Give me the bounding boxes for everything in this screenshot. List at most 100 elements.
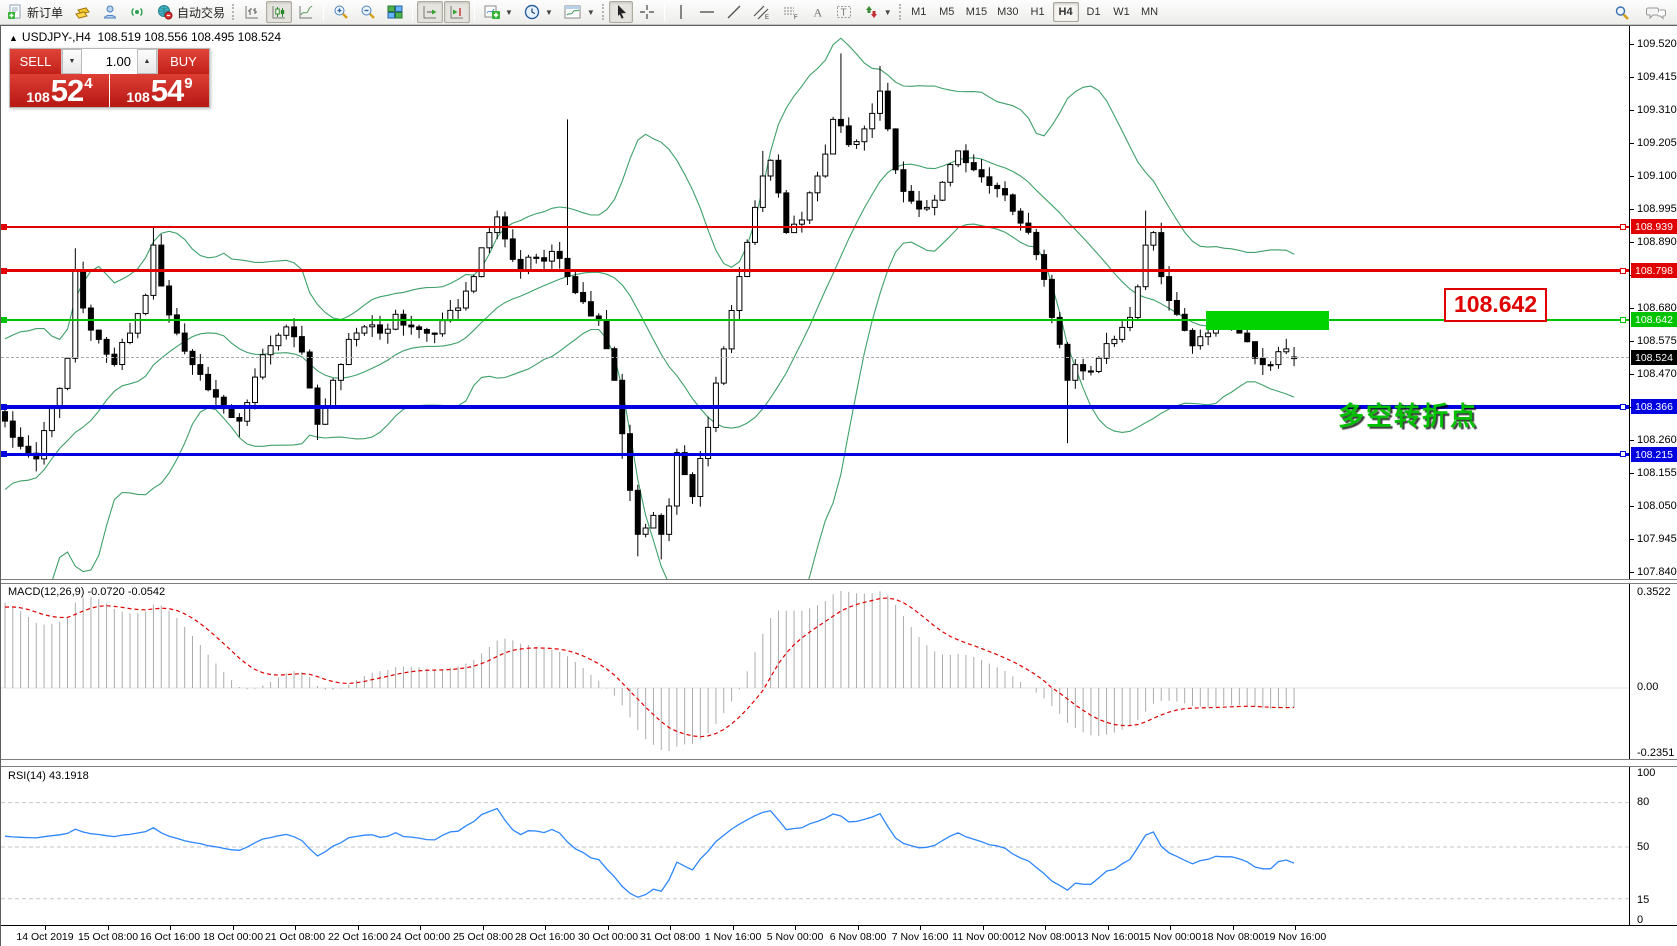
candlestick-mode-button[interactable] — [266, 1, 292, 23]
candle-body — [542, 258, 547, 261]
candle-body — [1018, 211, 1023, 223]
candle-body — [167, 286, 172, 315]
arrows-tool-button[interactable]: ▼ — [858, 1, 897, 23]
timeframe-button-h1[interactable]: H1 — [1025, 2, 1051, 22]
candle-body — [1276, 352, 1281, 365]
bar-chart-mode-button[interactable] — [239, 1, 265, 23]
toolbar-right-group — [1609, 0, 1671, 25]
pane-separator[interactable] — [1, 759, 1677, 767]
fibonacci-tool-button[interactable]: F — [777, 1, 805, 23]
volume-spinner: ▼ ▲ — [61, 49, 158, 74]
market-watch-button[interactable] — [69, 1, 96, 23]
buy-button[interactable]: BUY — [158, 49, 209, 74]
horizontal-line-tool-button[interactable] — [694, 1, 720, 23]
text-tool-button[interactable]: A — [806, 1, 830, 23]
line-chart-mode-button[interactable] — [293, 1, 319, 23]
timeframe-button-m5[interactable]: M5 — [934, 2, 960, 22]
axis-tick — [1630, 209, 1634, 210]
time-tick — [295, 926, 296, 930]
volume-input[interactable] — [82, 49, 137, 74]
rsi-line — [5, 809, 1294, 898]
price-chart-pane[interactable] — [1, 26, 1629, 579]
collapse-arrow-icon[interactable]: ▲ — [9, 33, 18, 43]
axis-tick — [1630, 506, 1634, 507]
price-tick-label: 107.945 — [1637, 533, 1677, 545]
timeframe-button-w1[interactable]: W1 — [1109, 2, 1135, 22]
candle-body — [378, 325, 383, 333]
price-line-108.798[interactable] — [1, 269, 1629, 272]
candle-body — [49, 409, 54, 431]
candle-body — [409, 325, 414, 327]
time-tick — [920, 926, 921, 930]
svg-text:T: T — [840, 8, 846, 19]
volume-increase-button[interactable]: ▲ — [137, 49, 157, 74]
candle-body — [721, 349, 726, 383]
auto-trading-button[interactable]: 自动交易 — [151, 1, 230, 23]
periods-button[interactable]: ▼ — [519, 1, 558, 23]
candle-body — [893, 129, 898, 170]
text-label-tool-button[interactable]: T — [831, 1, 857, 23]
volume-decrease-button[interactable]: ▼ — [62, 49, 82, 74]
axis-tick — [1630, 44, 1634, 45]
current-price-line — [1, 357, 1629, 358]
zoom-out-button[interactable] — [355, 1, 381, 23]
macd-pane[interactable] — [1, 584, 1629, 759]
indicators-button[interactable]: ▼ — [479, 1, 518, 23]
signals-button[interactable] — [124, 1, 150, 23]
new-order-label: 新订单 — [27, 4, 63, 21]
time-tick — [45, 926, 46, 930]
price-axis[interactable]: 109.520109.415109.310109.205109.100108.9… — [1629, 26, 1677, 925]
search-button[interactable] — [1609, 2, 1635, 24]
green-highlight-zone[interactable] — [1206, 311, 1329, 330]
candle-body — [917, 201, 922, 209]
candle-body — [229, 409, 234, 418]
candle-body — [1073, 365, 1078, 381]
chart-shift-icon — [449, 4, 465, 20]
pane-separator[interactable] — [1, 579, 1677, 584]
timeframe-button-m30[interactable]: M30 — [993, 2, 1022, 22]
zoom-in-button[interactable] — [328, 1, 354, 23]
sell-price-display[interactable]: 108 52 4 — [10, 74, 109, 107]
timeframe-button-m1[interactable]: M1 — [906, 2, 932, 22]
candle-body — [495, 217, 500, 233]
templates-button[interactable]: ▼ — [559, 1, 600, 23]
buy-price-display[interactable]: 108 54 9 — [110, 74, 209, 107]
candle-body — [260, 355, 265, 377]
time-tick — [233, 926, 234, 930]
chart-shift-button[interactable] — [444, 1, 470, 23]
time-axis[interactable]: 14 Oct 201915 Oct 08:0016 Oct 16:0018 Oc… — [1, 925, 1677, 946]
timeframe-button-m15[interactable]: M15 — [962, 2, 991, 22]
rsi-pane[interactable] — [1, 767, 1629, 926]
candle-body — [932, 200, 937, 207]
price-line-108.642[interactable] — [1, 319, 1629, 321]
new-order-button[interactable]: 新订单 — [2, 1, 68, 23]
line-right-marker — [1620, 317, 1626, 323]
macd-axis-label: 0.00 — [1637, 681, 1658, 693]
timeframe-button-d1[interactable]: D1 — [1081, 2, 1107, 22]
template-icon — [564, 4, 582, 20]
candle-body — [667, 506, 672, 534]
sell-button[interactable]: SELL — [10, 49, 61, 74]
auto-scroll-button[interactable] — [417, 1, 443, 23]
vertical-line-tool-button[interactable] — [669, 1, 693, 23]
timeframe-button-h4[interactable]: H4 — [1053, 2, 1079, 22]
text-tool-icon: A — [811, 4, 825, 20]
time-tick — [1233, 926, 1234, 930]
annotation-text[interactable]: 多空转折点 — [1338, 396, 1478, 433]
tile-windows-button[interactable] — [382, 1, 408, 23]
price-callout-label[interactable]: 108.642 — [1444, 288, 1547, 322]
chat-button[interactable] — [1641, 2, 1671, 24]
candle-body — [1245, 333, 1250, 342]
mt4-terminal: 新订单 自动交易 — [0, 0, 1677, 946]
channel-tool-button[interactable]: E — [748, 1, 776, 23]
candle-body — [276, 335, 281, 346]
candle-body — [370, 325, 375, 327]
candle-body — [651, 515, 656, 528]
trendline-tool-button[interactable] — [721, 1, 747, 23]
profile-button[interactable] — [97, 1, 123, 23]
price-line-108.215[interactable] — [1, 453, 1629, 456]
crosshair-tool-button[interactable] — [634, 1, 660, 23]
price-line-108.939[interactable] — [1, 226, 1629, 228]
cursor-tool-button[interactable] — [609, 1, 633, 23]
timeframe-button-mn[interactable]: MN — [1137, 2, 1163, 22]
